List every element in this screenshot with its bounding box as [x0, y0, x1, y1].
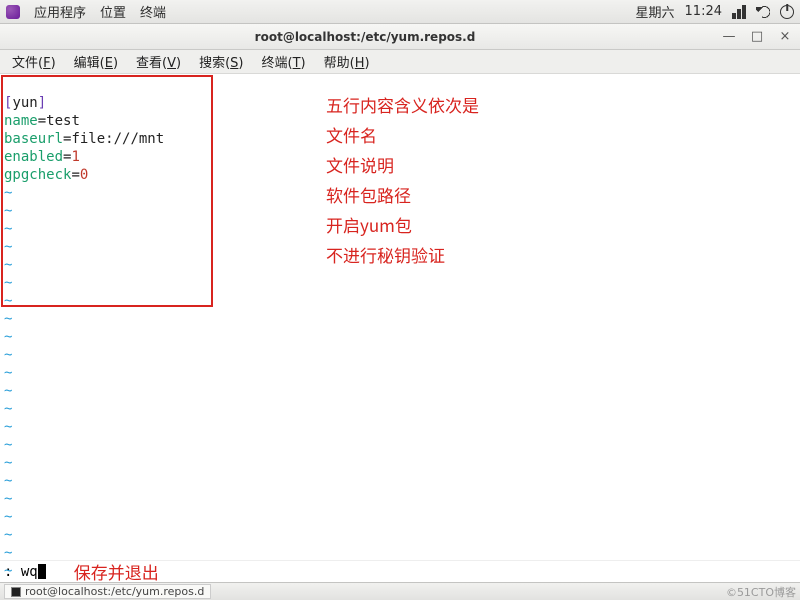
gnome-top-panel: 应用程序 位置 终端 星期六 11:24: [0, 0, 800, 24]
panel-menu-terminal[interactable]: 终端: [140, 2, 166, 21]
watermark-text: ©51CTO博客: [726, 584, 796, 600]
terminal-menubar: 文件(F) 编辑(E) 查看(V) 搜索(S) 终端(T) 帮助(H): [0, 50, 800, 74]
panel-day-label: 星期六: [636, 2, 675, 21]
window-titlebar[interactable]: root@localhost:/etc/yum.repos.d — □ ×: [0, 24, 800, 50]
file-content: [yun] name=test baseurl=file:///mnt enab…: [4, 76, 164, 598]
menu-search[interactable]: 搜索(S): [191, 50, 251, 73]
panel-menu-applications[interactable]: 应用程序: [34, 2, 86, 21]
vim-editor-area[interactable]: [yun] name=test baseurl=file:///mnt enab…: [0, 74, 800, 560]
menu-help[interactable]: 帮助(H): [316, 50, 378, 73]
annotation-line-2: 文件名: [326, 120, 479, 150]
annotation-explanations: 五行内容含义依次是 文件名 文件说明 软件包路径 开启yum包 不进行秘钥验证: [326, 90, 479, 270]
volume-icon[interactable]: [756, 5, 770, 19]
distro-logo-icon: [6, 5, 20, 19]
window-minimize-button[interactable]: —: [722, 29, 736, 44]
power-icon[interactable]: [780, 5, 794, 19]
annotation-line-1: 五行内容含义依次是: [326, 90, 479, 120]
annotation-line-6: 不进行秘钥验证: [326, 240, 479, 270]
menu-file[interactable]: 文件(F): [4, 50, 64, 73]
annotation-line-3: 文件说明: [326, 150, 479, 180]
menu-terminal[interactable]: 终端(T): [254, 50, 314, 73]
window-title: root@localhost:/etc/yum.repos.d: [8, 30, 722, 44]
annotation-line-4: 软件包路径: [326, 180, 479, 210]
panel-clock[interactable]: 11:24: [685, 4, 722, 19]
panel-menu-places[interactable]: 位置: [100, 2, 126, 21]
menu-view[interactable]: 查看(V): [128, 50, 189, 73]
window-maximize-button[interactable]: □: [750, 29, 764, 44]
network-icon[interactable]: [732, 5, 746, 19]
window-close-button[interactable]: ×: [778, 29, 792, 44]
annotation-line-5: 开启yum包: [326, 210, 479, 240]
menu-edit[interactable]: 编辑(E): [66, 50, 126, 73]
